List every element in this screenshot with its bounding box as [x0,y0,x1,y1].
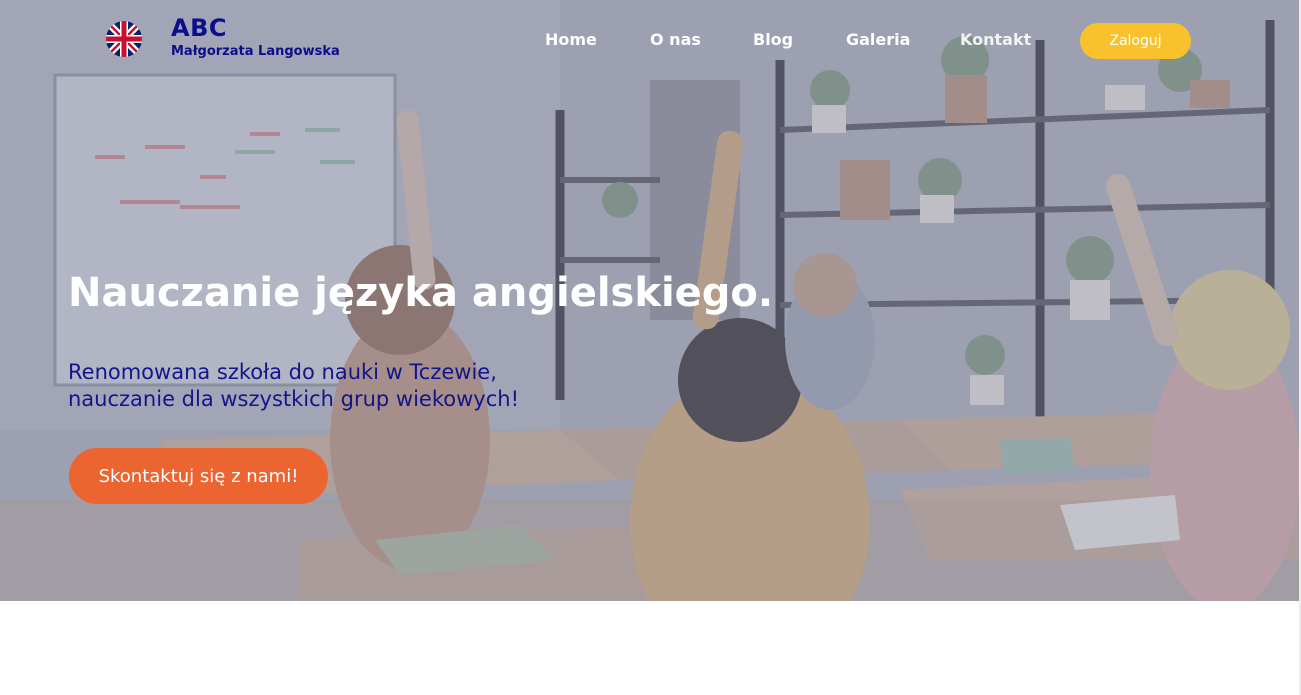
login-button[interactable]: Zaloguj [1080,23,1191,59]
nav-item-kontakt[interactable]: Kontakt [960,30,1031,49]
logo-title[interactable]: ABC [171,14,227,42]
logo-subtitle[interactable]: Małgorzata Langowska [171,44,340,59]
nav-item-blog[interactable]: Blog [753,30,793,49]
hero-description-line-2: nauczanie dla wszystkich grup wiekowych! [68,387,519,411]
hero-description-line-1: Renomowana szkoła do nauki w Tczewie, [68,360,497,384]
hero-title: Nauczanie języka angielskiego. [68,270,774,316]
hero-description: Renomowana szkoła do nauki w Tczewie, na… [68,359,588,413]
uk-flag-icon[interactable] [106,21,142,57]
nav-item-galeria[interactable]: Galeria [846,30,910,49]
nav-item-home[interactable]: Home [545,30,597,49]
page: ABC Małgorzata Langowska Home O nas Blog… [0,0,1301,695]
nav-item-o-nas[interactable]: O nas [650,30,701,49]
contact-us-button[interactable]: Skontaktuj się z nami! [69,448,328,504]
hero-section: ABC Małgorzata Langowska Home O nas Blog… [0,0,1299,601]
